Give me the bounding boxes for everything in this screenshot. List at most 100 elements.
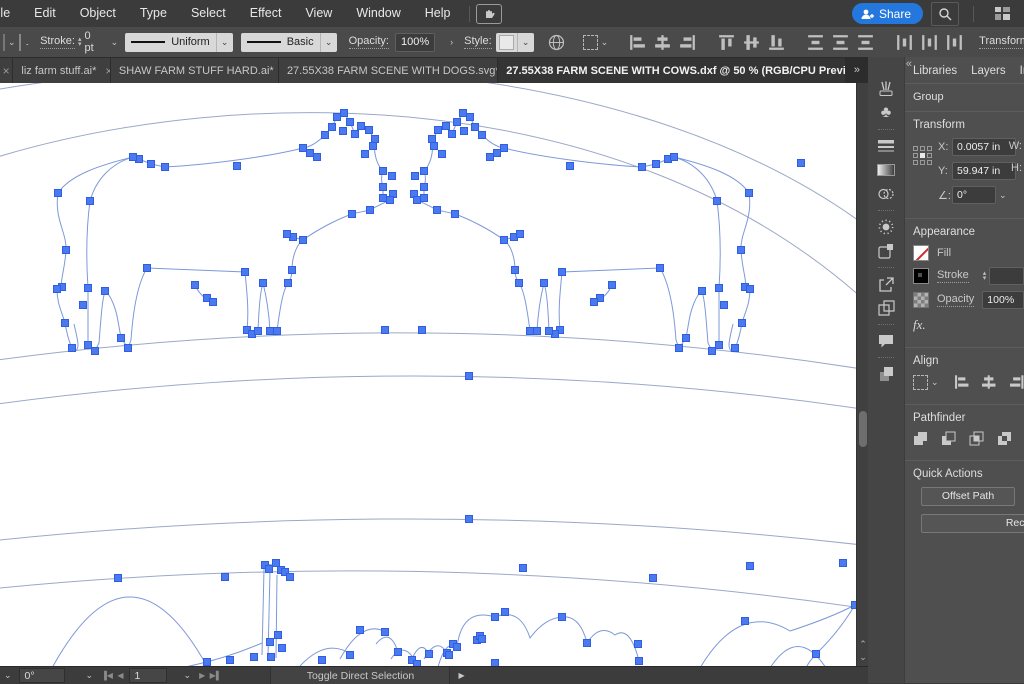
anchor-point[interactable] xyxy=(452,211,459,218)
tab-farm-scene-dogs[interactable]: 27.55X38 FARM SCENE WITH DOGS.svg* × xyxy=(279,58,497,83)
align-right-button[interactable] xyxy=(1009,374,1024,390)
anchor-point[interactable] xyxy=(80,302,87,309)
stroke-weight-stepper[interactable]: ▴▾ xyxy=(983,271,987,281)
rotation-dropdown-chevron-icon[interactable]: ⌄ xyxy=(83,670,97,681)
anchor-point[interactable] xyxy=(284,231,291,238)
anchor-point[interactable] xyxy=(421,168,428,175)
anchor-point[interactable] xyxy=(307,150,314,157)
anchor-point[interactable] xyxy=(275,632,282,639)
anchor-point[interactable] xyxy=(204,659,211,666)
anchor-point[interactable] xyxy=(54,286,61,293)
stroke-color-swatch[interactable] xyxy=(19,34,21,51)
anchor-point[interactable] xyxy=(431,143,438,150)
artboard-nav-first-prev[interactable]: ▐◀ ◀ xyxy=(101,671,123,680)
distribute-horizontal-center-button[interactable] xyxy=(921,34,938,51)
anchor-point[interactable] xyxy=(255,328,262,335)
anchor-point[interactable] xyxy=(130,154,137,161)
align-right-button[interactable] xyxy=(679,34,696,51)
anchor-point[interactable] xyxy=(460,110,467,117)
anchor-point[interactable] xyxy=(267,328,274,335)
guide-arc-path[interactable] xyxy=(0,571,856,608)
anchor-point[interactable] xyxy=(274,328,281,335)
anchor-point[interactable] xyxy=(426,651,433,658)
menu-object[interactable]: Object xyxy=(68,0,128,27)
anchor-point[interactable] xyxy=(389,173,396,180)
menu-effect[interactable]: Effect xyxy=(238,0,294,27)
anchor-point[interactable] xyxy=(721,302,728,309)
anchor-point[interactable] xyxy=(716,342,723,349)
anchor-point[interactable] xyxy=(466,373,473,380)
clipped-tab-close-icon[interactable]: × xyxy=(0,58,12,83)
anchor-point[interactable] xyxy=(125,345,132,352)
anchor-point[interactable] xyxy=(260,280,267,287)
anchor-point[interactable] xyxy=(382,327,389,334)
anchor-point[interactable] xyxy=(527,328,534,335)
anchor-point[interactable] xyxy=(742,618,749,625)
anchor-point[interactable] xyxy=(609,282,616,289)
style-swatch-dropdown[interactable]: ⌄ xyxy=(496,33,534,52)
symbols-panel-icon[interactable]: ♣ xyxy=(874,101,898,125)
anchor-point[interactable] xyxy=(85,285,92,292)
anchor-point[interactable] xyxy=(251,654,258,661)
anchor-point[interactable] xyxy=(716,285,723,292)
menu-edit[interactable]: Edit xyxy=(22,0,68,27)
opacity-value-field[interactable]: 100% xyxy=(982,291,1024,309)
anchor-point[interactable] xyxy=(534,328,541,335)
anchor-point[interactable] xyxy=(479,132,486,139)
anchor-point[interactable] xyxy=(314,154,321,161)
vector-path[interactable] xyxy=(52,597,208,666)
pathfinder-exclude-button[interactable] xyxy=(997,431,1012,446)
anchor-point[interactable] xyxy=(289,267,296,274)
brush-definition-dropdown[interactable]: Basic ⌄ xyxy=(241,33,337,52)
select-similar-dropdown[interactable]: ⌄ xyxy=(583,35,612,50)
pathfinder-intersect-button[interactable] xyxy=(969,431,984,446)
anchor-point[interactable] xyxy=(739,320,746,327)
align-left-button[interactable] xyxy=(954,374,969,390)
anchor-point[interactable] xyxy=(55,190,62,197)
anchor-point[interactable] xyxy=(512,267,519,274)
anchor-point[interactable] xyxy=(273,560,280,567)
align-horizontal-center-button[interactable] xyxy=(654,34,671,51)
distribute-vertical-bottom-button[interactable] xyxy=(857,34,874,51)
anchor-point[interactable] xyxy=(650,575,657,582)
stroke-label-link[interactable]: Stroke xyxy=(937,269,969,283)
menu-view[interactable]: View xyxy=(293,0,344,27)
y-value-field[interactable]: 59.947 in xyxy=(952,162,1016,180)
anchor-point[interactable] xyxy=(287,574,294,581)
anchor-point[interactable] xyxy=(653,161,660,168)
anchor-point[interactable] xyxy=(591,299,598,306)
anchor-point[interactable] xyxy=(92,348,99,355)
anchor-point[interactable] xyxy=(501,237,508,244)
stroke-swatch[interactable] xyxy=(913,268,929,284)
status-menu-arrow-icon[interactable]: ▶ xyxy=(458,671,464,680)
anchor-point[interactable] xyxy=(657,265,664,272)
anchor-point[interactable] xyxy=(300,145,307,152)
anchor-point[interactable] xyxy=(227,657,234,664)
anchor-point[interactable] xyxy=(454,644,461,651)
anchor-point[interactable] xyxy=(85,342,92,349)
anchor-point[interactable] xyxy=(699,288,706,295)
anchor-point[interactable] xyxy=(319,657,326,664)
anchor-point[interactable] xyxy=(414,197,421,204)
guide-arc-path[interactable] xyxy=(0,519,856,545)
anchor-point[interactable] xyxy=(419,327,426,334)
anchor-point[interactable] xyxy=(479,636,486,643)
anchor-point[interactable] xyxy=(709,348,716,355)
anchor-point[interactable] xyxy=(446,652,453,659)
export-panel-icon[interactable] xyxy=(874,272,898,296)
anchor-point[interactable] xyxy=(144,265,151,272)
anchor-point[interactable] xyxy=(349,211,356,218)
anchor-point[interactable] xyxy=(501,145,508,152)
offset-path-button[interactable]: Offset Path xyxy=(921,487,1015,506)
gradient-panel-icon[interactable] xyxy=(874,158,898,182)
width-profile-dropdown[interactable]: Uniform ⌄ xyxy=(125,33,233,52)
anchor-point[interactable] xyxy=(357,627,364,634)
anchor-point[interactable] xyxy=(382,629,389,636)
anchor-point[interactable] xyxy=(636,658,643,665)
scrollbar-thumb[interactable] xyxy=(859,411,867,447)
anchor-point[interactable] xyxy=(222,574,229,581)
layers-panel-icon[interactable] xyxy=(874,362,898,386)
anchor-point[interactable] xyxy=(747,563,754,570)
anchor-point[interactable] xyxy=(279,645,286,652)
anchor-point[interactable] xyxy=(334,114,341,121)
